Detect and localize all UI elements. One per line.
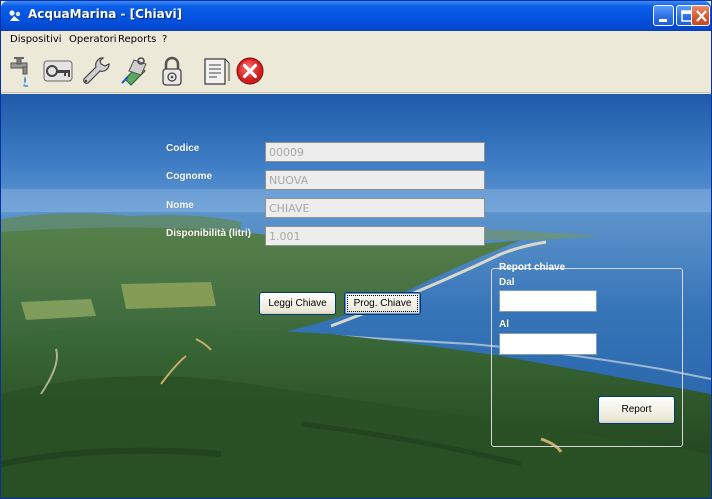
title-bar[interactable]: AcquaMarina - [Chiavi] [1, 1, 711, 31]
nome-label: Nome [166, 200, 194, 211]
report-button[interactable]: Report [598, 396, 675, 424]
window-title: AcquaMarina - [Chiavi] [28, 7, 183, 21]
disponibilita-label: Disponibilità (litri) [166, 228, 251, 239]
disponibilita-field[interactable]: 1.001 [265, 226, 485, 246]
key-card-program-icon[interactable] [119, 55, 151, 87]
dal-date-input[interactable] [499, 290, 597, 312]
water-tap-icon[interactable] [7, 55, 39, 87]
toolbar [1, 49, 711, 93]
cognome-field[interactable]: NUOVA [265, 170, 485, 190]
codice-field[interactable]: 00009 [265, 142, 485, 162]
nome-field[interactable]: CHIAVE [265, 198, 485, 218]
report-chiave-title: Report chiave [499, 262, 566, 273]
key-icon[interactable] [42, 55, 74, 87]
codice-label: Codice [166, 143, 200, 154]
menu-reports[interactable]: Reports [118, 34, 156, 45]
padlock-icon[interactable] [156, 55, 188, 87]
leggi-chiave-button[interactable]: Leggi Chiave [259, 292, 336, 315]
close-button[interactable] [691, 5, 710, 26]
client-area: Codice Cognome Nome Disponibilità (litri… [1, 94, 711, 498]
al-date-input[interactable] [499, 333, 597, 355]
minimize-button[interactable] [653, 5, 674, 26]
wrench-icon[interactable] [79, 55, 111, 87]
report-sheet-icon[interactable] [200, 55, 232, 87]
menu-operatori[interactable]: Operatori [69, 34, 117, 45]
menu-help[interactable]: ? [162, 34, 167, 45]
close-icon [696, 10, 707, 22]
menu-dispositivi[interactable]: Dispositivi [10, 34, 62, 45]
menu-bar: Dispositivi Operatori Reports ? [1, 31, 711, 49]
main-window: AcquaMarina - [Chiavi] Dispositivi Opera… [0, 0, 712, 499]
app-icon [9, 10, 21, 21]
exit-icon[interactable] [234, 55, 266, 87]
prog-chiave-button[interactable]: Prog. Chiave [344, 292, 421, 315]
al-label: Al [499, 319, 509, 330]
dal-label: Dal [499, 277, 515, 288]
cognome-label: Cognome [166, 171, 213, 182]
minimize-icon [659, 19, 667, 22]
